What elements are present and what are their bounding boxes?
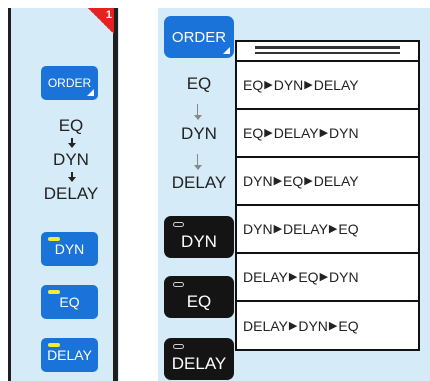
chain-step-2: DYN (181, 124, 217, 143)
order-option-row[interactable]: DYN ▶ DELAY ▶ EQ (237, 206, 418, 254)
eq-button-large[interactable]: EQ (164, 276, 234, 318)
header-line (255, 52, 400, 54)
option-item: DELAY (313, 77, 359, 93)
order-option-row[interactable]: DYN ▶ EQ ▶ DELAY (237, 158, 418, 206)
right-arrow-icon: ▶ (273, 174, 283, 187)
right-arrow-icon: ▶ (319, 270, 329, 283)
chain-step-2: DYN (53, 150, 89, 169)
order-options-list: EQ ▶ DYN ▶ DELAY EQ ▶ DELAY ▶ DYN DYN ▶ … (235, 40, 420, 351)
option-item: DELAY (243, 318, 288, 334)
dyn-button-label: DYN (54, 241, 85, 257)
eq-button-large-label: EQ (186, 292, 212, 311)
option-item: DYN (243, 173, 273, 189)
option-item: DELAY (243, 269, 288, 285)
order-option-row[interactable]: DELAY ▶ EQ ▶ DYN (237, 254, 418, 302)
order-option-row[interactable]: DELAY ▶ DYN ▶ EQ (237, 302, 418, 350)
option-item: DELAY (273, 125, 319, 141)
delay-button[interactable]: DELAY (41, 338, 98, 372)
corner-triangle-icon (87, 89, 94, 96)
option-item: DYN (329, 125, 359, 141)
order-option-row[interactable]: EQ ▶ DYN ▶ DELAY (237, 62, 418, 110)
order-button-large-label: ORDER (171, 28, 227, 46)
led-indicator-icon (48, 290, 60, 294)
chain-step-3: DELAY (43, 184, 99, 203)
option-item: EQ (338, 318, 359, 334)
right-arrow-icon: ▶ (328, 319, 338, 332)
right-arrow-icon: ▶ (264, 78, 273, 91)
header-line (255, 46, 400, 49)
delay-button-label: DELAY (47, 347, 92, 363)
led-indicator-icon (48, 237, 60, 241)
option-item: DELAY (313, 173, 359, 189)
order-selection-panel: ORDER EQ DYN DELAY DYN EQ DELAY EQ ▶ DYN… (158, 8, 430, 381)
down-arrow-icon (68, 172, 76, 182)
option-item: DYN (243, 221, 273, 237)
right-arrow-icon: ▶ (328, 222, 338, 235)
channel-badge: 1 (88, 8, 114, 34)
delay-button-large[interactable]: DELAY (164, 338, 234, 380)
chain-step-3: DELAY (171, 173, 227, 192)
led-indicator-icon (173, 222, 184, 227)
option-item: EQ (338, 221, 359, 237)
order-button-large[interactable]: ORDER (164, 16, 234, 58)
order-option-row[interactable]: EQ ▶ DELAY ▶ DYN (237, 110, 418, 158)
option-item: EQ (243, 125, 264, 141)
right-arrow-icon: ▶ (273, 222, 283, 235)
down-arrow-icon (194, 104, 202, 120)
option-item: DYN (329, 269, 359, 285)
led-indicator-icon (173, 344, 184, 349)
eq-button-label: EQ (59, 294, 80, 310)
dyn-button-large[interactable]: DYN (164, 216, 234, 258)
eq-button[interactable]: EQ (41, 285, 98, 319)
led-indicator-icon (48, 343, 60, 347)
right-arrow-icon: ▶ (319, 126, 329, 139)
option-item: DELAY (283, 221, 328, 237)
option-item: EQ (283, 173, 304, 189)
strip-border-left (8, 8, 11, 381)
chain-step-1: EQ (186, 74, 212, 93)
option-item: DYN (273, 77, 304, 93)
right-arrow-icon: ▶ (288, 319, 298, 332)
dyn-button-large-label: DYN (181, 232, 217, 251)
down-arrow-icon (194, 154, 202, 170)
option-item: DYN (298, 318, 328, 334)
dyn-button[interactable]: DYN (41, 232, 98, 266)
list-header (237, 42, 418, 62)
chain-step-1: EQ (58, 116, 84, 135)
right-arrow-icon: ▶ (264, 126, 273, 139)
right-arrow-icon: ▶ (304, 78, 313, 91)
corner-triangle-icon (223, 47, 230, 54)
right-arrow-icon: ▶ (288, 270, 298, 283)
option-item: EQ (243, 77, 264, 93)
led-indicator-icon (173, 282, 184, 287)
option-item: EQ (298, 269, 319, 285)
order-button-label: ORDER (47, 76, 92, 90)
right-arrow-icon: ▶ (304, 174, 313, 187)
down-arrow-icon (68, 138, 76, 148)
channel-badge-number: 1 (105, 9, 112, 21)
order-button[interactable]: ORDER (41, 66, 98, 100)
delay-button-large-label: DELAY (171, 354, 227, 373)
strip-border-right (113, 8, 118, 381)
left-effect-strip: 1 ORDER EQ DYN DELAY DYN EQ DELAY (8, 8, 119, 381)
